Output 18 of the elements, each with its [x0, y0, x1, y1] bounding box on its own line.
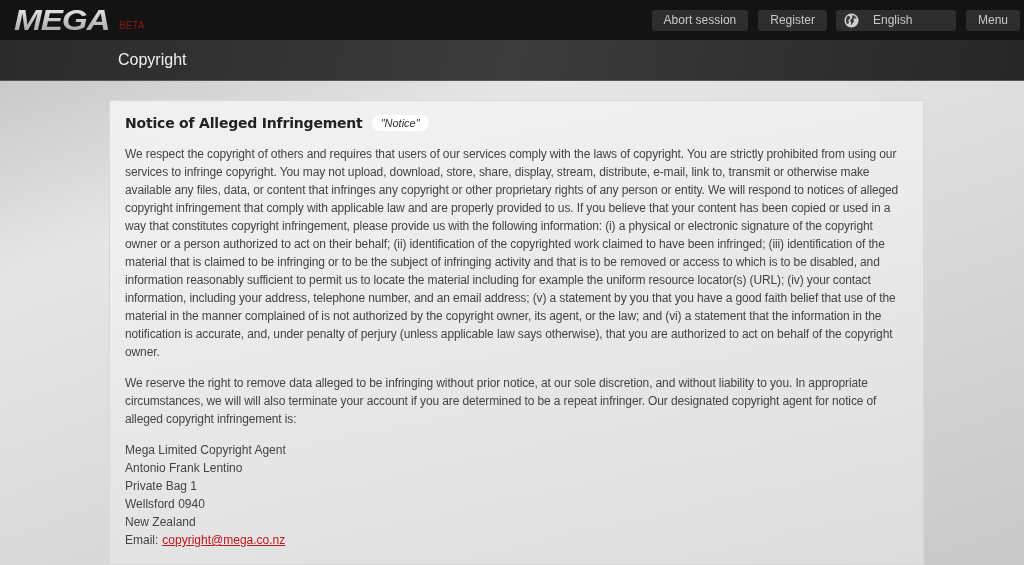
page-title: Copyright: [118, 50, 187, 70]
address-line: Mega Limited Copyright Agent: [125, 442, 286, 459]
address-line: Wellsford 0940: [125, 496, 205, 513]
address-line: Antonio Frank Lentino: [125, 460, 243, 477]
paragraph: We respect the copyright of others and requires that users of our services comply with the laws of copyright. You are strictly prohibited from using our services to infringe copyright. You may not upload, download, store, share, display, stream, distribute, e-mail, link to, transmit or otherwise make available any files, data, or content that infringes any copyright or other proprietary rights of any person or entity. We will respond to notices of alleged copyright infringement that comply with applicable law and are properly provided to us. If you believe that your content has been copied or used in a way that constitutes copyright infringement, please provide us with the following information: (i) a physical or electronic signature of the copyright owner or a person authorized to act on their behalf; (ii) identification of the copyrighted work claimed to have been infringed; (iii) identification of the material that is claimed to be infringing or to be the subject of infringing activity and that is to be removed or access to which is to be disabled, and information reasonably sufficient to permit us to locate the material including for example the uniform resource locator(s) (URL); (iv) your contact information, including your address, telephone number, and an email address; (v) a statement by you that you have a good faith belief that use of the material in the manner complained of is not authorized by the copyright owner, its agent, or the law; and (vi) a statement that the information in the notification is accurate, and, under penalty of perjury (unless applicable law says otherwise), that you are authorized to act on behalf of the copyright owner.: [125, 146, 900, 361]
language-button[interactable]: English: [835, 9, 956, 31]
address-line: New Zealand: [125, 514, 196, 531]
notice-title: Notice of Alleged Infringement: [125, 115, 363, 131]
paragraph: We reserve the right to remove data alleged to be infringing without prior notice, at our sole discretion, and without liability to you. In appropriate circumstances, we will will also terminate your account if you are determined to be a repeat infringer. Our designated copyright agent for notice of alleged copyright infringement is:: [125, 375, 878, 428]
nav-button[interactable]: Menu: [965, 9, 1020, 31]
nav-button[interactable]: Abort session: [651, 9, 749, 31]
notice-tag: "Notice": [371, 115, 429, 131]
beta-label: BETA: [119, 20, 145, 31]
globe-icon: [843, 12, 859, 28]
email-link[interactable]: copyright@mega.co.nz: [162, 531, 286, 549]
address-line: Private Bag 1: [125, 478, 198, 495]
nav-button[interactable]: Register: [758, 9, 827, 31]
email-label: Email:: [125, 532, 159, 549]
